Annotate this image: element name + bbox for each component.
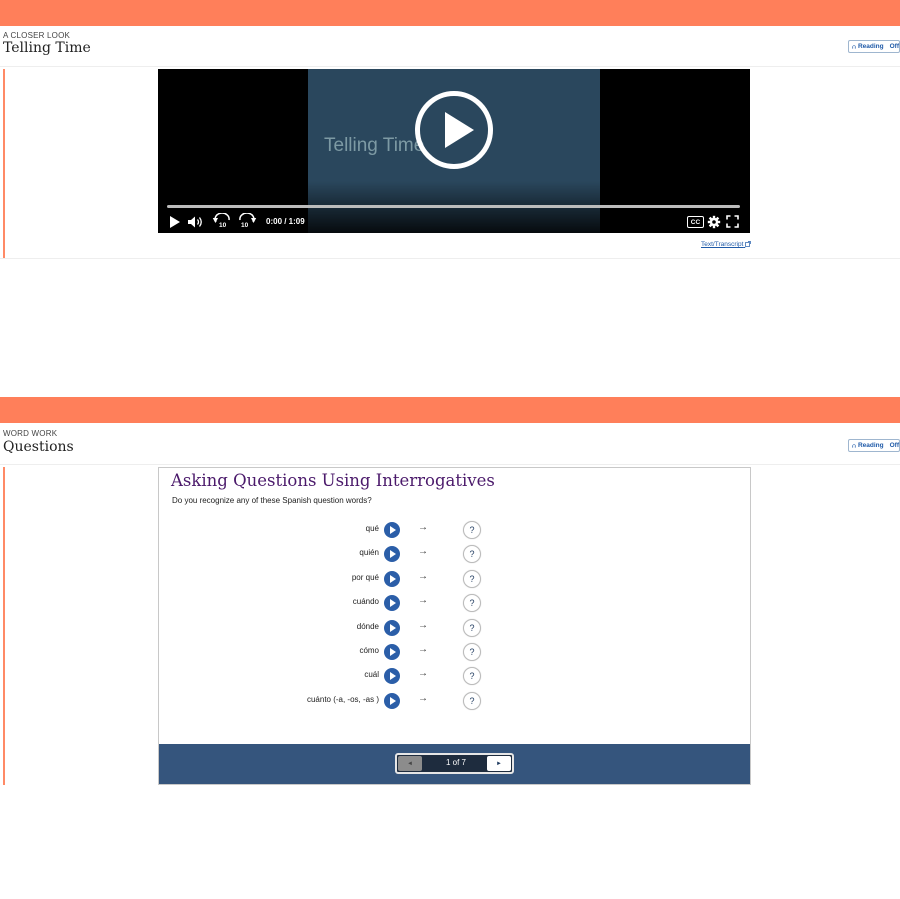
reveal-answer-button[interactable]: ? (463, 521, 481, 539)
list-item: qué →? (159, 520, 750, 540)
reveal-answer-button[interactable]: ? (463, 545, 481, 564)
audio-play-button[interactable] (384, 644, 400, 660)
headphones-icon (852, 44, 856, 49)
section-divider (0, 464, 900, 465)
audio-play-button[interactable] (384, 619, 400, 636)
reading-toggle[interactable]: Reading Off (848, 40, 900, 53)
play-icon (390, 648, 396, 656)
top-header-band (0, 0, 900, 26)
spanish-word: cuándo (352, 597, 379, 607)
reveal-answer-button[interactable]: ? (463, 618, 481, 637)
audio-play-button[interactable] (384, 595, 400, 612)
section-kicker: WORD WORK (3, 429, 58, 438)
audio-play-button[interactable] (384, 522, 400, 538)
arrow-icon: → (418, 668, 428, 680)
section-header-band (0, 397, 900, 423)
skip-back-label: 10 (219, 222, 227, 229)
arrow-icon: → (418, 522, 428, 533)
spanish-word: cuánto (-a, -os, -as ) (306, 694, 379, 704)
list-item: dónde →? (159, 618, 750, 638)
list-item: por qué →? (159, 569, 750, 589)
play-icon (390, 574, 396, 583)
arrow-icon: → (418, 692, 428, 704)
play-icon (390, 550, 396, 559)
play-icon (390, 526, 396, 534)
spanish-word: por qué (351, 572, 379, 582)
video-slide-title: Telling Time (324, 135, 425, 156)
pager: ◄ 1 of 7 ► (395, 753, 514, 774)
progress-bar[interactable] (167, 205, 740, 208)
spanish-word: dónde (356, 621, 379, 631)
volume-icon[interactable] (187, 215, 205, 229)
activity-subtitle: Do you recognize any of these Spanish qu… (172, 496, 372, 505)
list-item: cuál →? (159, 666, 750, 686)
section-kicker: A CLOSER LOOK (3, 31, 71, 40)
spanish-word: qué (365, 524, 379, 533)
fullscreen-icon[interactable] (726, 215, 739, 228)
spanish-word: cómo (359, 646, 379, 655)
skip-forward-button[interactable]: 10 (237, 213, 257, 231)
reading-state: Off (889, 43, 899, 50)
closed-captions-button[interactable]: CC (687, 216, 704, 228)
reveal-answer-button[interactable]: ? (463, 643, 481, 661)
skip-back-button[interactable]: 10 (212, 213, 232, 231)
page-indicator: 1 of 7 (445, 758, 466, 767)
big-play-button[interactable] (415, 91, 493, 169)
gear-icon[interactable] (707, 215, 721, 229)
external-link-icon (745, 241, 752, 247)
play-icon (390, 599, 396, 608)
reading-toggle[interactable]: Reading Off (848, 439, 900, 452)
interrogatives-activity: Asking Questions Using Interrogatives Do… (158, 467, 751, 785)
list-item: cuándo →? (159, 593, 750, 613)
headphones-icon (852, 443, 856, 448)
prev-page-button[interactable]: ◄ (398, 756, 422, 771)
section-title: Telling Time (3, 40, 91, 56)
pager-bar: ◄ 1 of 7 ► (159, 744, 750, 784)
play-icon[interactable] (168, 215, 182, 229)
video-player[interactable]: Telling Time 10 10 0:00 / 1:09 CC (158, 69, 750, 233)
spanish-word: cuál (364, 670, 379, 680)
arrow-icon: → (418, 619, 428, 631)
play-icon (390, 623, 396, 632)
play-icon (390, 696, 396, 705)
transcript-link[interactable]: Text/Transcript (701, 241, 752, 248)
play-icon (445, 112, 474, 148)
list-item: quién →? (159, 544, 750, 564)
activity-title: Asking Questions Using Interrogatives (171, 471, 495, 490)
video-time: 0:00 / 1:09 (266, 217, 305, 226)
left-accent-bar (3, 69, 5, 258)
reveal-answer-button[interactable]: ? (463, 594, 481, 613)
reading-state: Off (889, 442, 899, 449)
reading-label: Reading (857, 442, 884, 449)
audio-play-button[interactable] (384, 546, 400, 563)
play-icon (390, 672, 396, 681)
left-accent-bar (3, 467, 5, 785)
reveal-answer-button[interactable]: ? (463, 667, 481, 686)
next-page-button[interactable]: ► (487, 756, 511, 771)
audio-play-button[interactable] (384, 570, 400, 587)
section-title: Questions (3, 439, 74, 455)
transcript-link-label: Text/Transcript (701, 241, 744, 248)
reveal-answer-button[interactable]: ? (463, 569, 481, 588)
audio-play-button[interactable] (384, 668, 400, 685)
arrow-icon: → (418, 595, 428, 607)
arrow-icon: → (418, 570, 428, 582)
list-item: cómo →? (159, 642, 750, 662)
section-divider (0, 258, 900, 259)
skip-forward-label: 10 (241, 222, 249, 229)
reading-label: Reading (857, 43, 884, 50)
arrow-icon: → (418, 644, 428, 655)
spanish-word: quién (359, 548, 379, 558)
list-item: cuánto (-a, -os, -as ) →? (159, 691, 750, 711)
arrow-icon: → (418, 546, 428, 558)
reveal-answer-button[interactable]: ? (463, 691, 481, 710)
audio-play-button[interactable] (384, 692, 400, 709)
section-divider (0, 66, 900, 67)
